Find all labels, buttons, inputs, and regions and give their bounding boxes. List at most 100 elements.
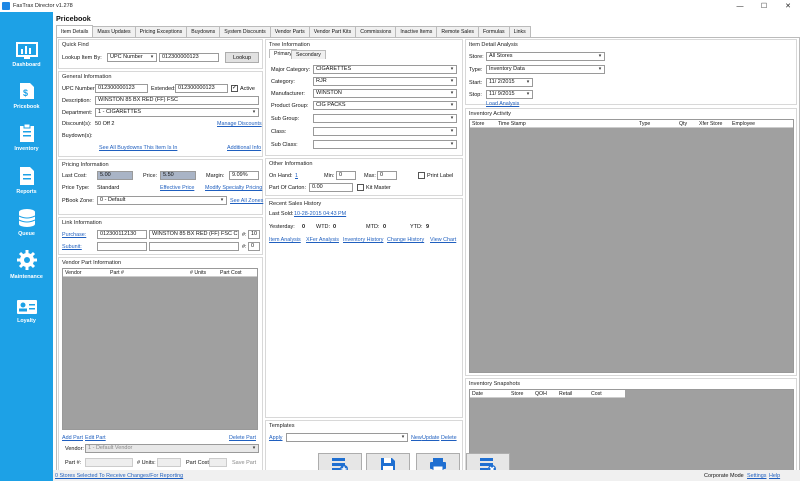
last-cost-input[interactable]: 5.00 [97,171,133,180]
subunit-link[interactable]: Subunit: [62,244,82,250]
sidebar-item-queue[interactable]: Queue [0,195,53,241]
column-header: Date [472,391,483,397]
tab-vendor-parts[interactable]: Vendor Parts [269,26,310,37]
tab-item-details[interactable]: Item Details [56,25,94,37]
add-part-link[interactable]: Add Part [62,435,83,441]
inventory-history-link[interactable]: Inventory History [343,237,383,243]
major-category-select[interactable]: CIGARETTES ▾ [313,65,457,74]
column-header: Store [472,121,485,127]
settings-link[interactable]: Settings [747,473,766,479]
app-window: FasTrax Director v1.278 — ☐ ✕ Dashboard … [0,0,800,481]
extended-input[interactable]: 012300000123 [175,84,228,93]
margin-input[interactable]: 9.09% [229,171,259,180]
tab-vendor-part-kits[interactable]: Vendor Part Kits [308,26,357,37]
tab-formulas[interactable]: Formulas [477,26,510,37]
class-select[interactable]: ▾ [313,127,457,136]
part-cost-input[interactable] [209,458,227,467]
category-select[interactable]: RJR ▾ [313,77,457,86]
sidebar-item-inventory[interactable]: Inventory [0,110,53,156]
purchase-num-input[interactable]: 10 [248,230,260,239]
modify-specialty-pricing-link[interactable]: Modify Specialty Pricing [205,185,262,191]
delete-part-link[interactable]: Delete Part [229,435,256,441]
stores-selected-link[interactable]: 0 Stores Selected To Receive Changes/For… [55,473,183,479]
start-date-picker[interactable]: 11/ 2/2015 ▾ [486,78,533,87]
tab-mass-updates[interactable]: Mass Updates [92,26,136,37]
edit-part-link[interactable]: Edit Part [85,435,106,441]
inventory-activity-grid[interactable]: Store Time Stamp Type Qty Xfer Store Emp… [469,119,794,373]
min-input[interactable]: 0 [336,171,356,180]
print-label-checkbox[interactable] [418,172,425,179]
tab-commissions[interactable]: Commissions [355,26,397,37]
sidebar-item-loyalty[interactable]: Loyalty [0,282,53,328]
link-info-group: Link Information Purchase: 012300112130 … [58,217,263,255]
close-button[interactable]: ✕ [776,0,800,12]
subunit-num-input[interactable]: 0 [248,242,260,251]
manufacturer-select[interactable]: WINSTON ▾ [313,89,457,98]
max-input[interactable]: 0 [377,171,397,180]
tab-remote-sales[interactable]: Remote Sales [436,26,479,37]
change-history-link[interactable]: Change History [387,237,424,243]
update-template-link[interactable]: Update [422,435,439,441]
stop-date-picker[interactable]: 11/ 9/2015 ▾ [486,90,533,99]
lookup-button[interactable]: Lookup [225,52,259,63]
type-select[interactable]: Inventory Data ▾ [486,65,605,74]
effective-price-link[interactable]: Effective Price [160,185,194,191]
page-title: Pricebook [56,14,91,23]
inventory-snapshots-grid[interactable]: Date Store QOH Retail Cost [469,389,794,475]
apply-template-link[interactable]: Apply [269,435,283,441]
ytd-value: 9 [426,224,430,230]
pbook-zone-select[interactable]: 0 - Default ▾ [97,196,227,205]
lookup-by-select[interactable]: UPC Number ▾ [107,53,157,62]
purchase-upc-input[interactable]: 012300112130 [97,230,147,239]
part-number-input[interactable] [85,458,133,467]
subunit-upc-input[interactable] [97,242,147,251]
active-checkbox[interactable]: ✓ [231,85,238,92]
template-select[interactable]: ▾ [286,433,408,442]
last-sold-link[interactable]: 10-28-2015 04:43 PM [294,211,346,217]
save-part-button[interactable]: Save Part [232,460,256,466]
item-analysis-link[interactable]: Item Analysis [269,237,301,243]
help-link[interactable]: Help [769,473,780,479]
purchase-link[interactable]: Purchase: [62,232,86,238]
vendor-part-grid[interactable]: Vendor Part # # Units Part Cost [62,268,258,430]
department-select[interactable]: 1 - CIGARETTES ▾ [95,108,259,117]
part-carton-input[interactable]: 0.00 [309,183,353,192]
chevron-down-icon: ▾ [401,434,405,440]
tab-system-discounts[interactable]: System Discounts [219,26,271,37]
sidebar-item-reports[interactable]: Reports [0,153,53,199]
xfer-analysis-link[interactable]: XFer Analysis [306,237,339,243]
new-template-link[interactable]: New [411,435,422,441]
tab-links[interactable]: Links [508,26,531,37]
kit-master-checkbox[interactable] [357,184,364,191]
lookup-input[interactable]: 012300000123 [159,53,219,62]
tab-secondary[interactable]: Secondary [291,50,326,59]
see-all-buydowns-link[interactable]: See All Buydowns This Item Is In [99,145,177,151]
upc-input[interactable]: 012300000123 [95,84,148,93]
store-label: Store: [469,54,484,60]
product-group-select[interactable]: CIG PACKS ▾ [313,101,457,110]
sub-group-select[interactable]: ▾ [313,114,457,123]
minimize-button[interactable]: — [728,0,752,12]
manage-discounts-link[interactable]: Manage Discounts [217,121,262,127]
subunit-desc-input[interactable] [149,242,239,251]
on-hand-link[interactable]: 1 [295,173,298,179]
additional-info-link[interactable]: Additional Info [227,145,261,151]
sidebar-item-maintenance[interactable]: Maintenance [0,238,53,284]
sidebar-item-pricebook[interactable]: $ Pricebook [0,68,53,114]
maximize-button[interactable]: ☐ [752,0,776,12]
price-input[interactable]: 5.50 [160,171,196,180]
delete-template-link[interactable]: Delete [441,435,457,441]
vendor-select[interactable]: 1 - Default Vendor ▾ [85,444,259,453]
sidebar-item-dashboard[interactable]: Dashboard [0,26,53,72]
tab-inactive-items[interactable]: Inactive Items [395,26,438,37]
load-analysis-link[interactable]: Load Analysis [486,101,519,107]
view-chart-link[interactable]: View Chart [430,237,456,243]
units-input[interactable] [157,458,181,467]
tab-pricing-exceptions[interactable]: Pricing Exceptions [134,26,188,37]
store-select[interactable]: All Stores ▾ [486,52,605,61]
sub-class-select[interactable]: ▾ [313,140,457,149]
description-input[interactable]: WINSTON 85 BX RED (FF) FSC [95,96,259,105]
purchase-desc-input[interactable]: WINSTON 85 BX RED (FF) FSC CT [149,230,239,239]
tab-buydowns[interactable]: Buydowns [186,26,221,37]
see-all-zones-link[interactable]: See All Zones [230,198,263,204]
